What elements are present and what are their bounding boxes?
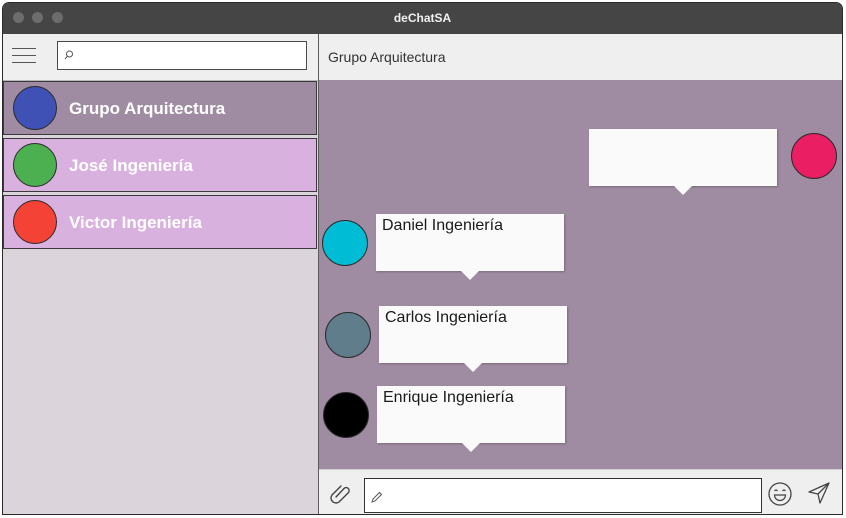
avatar	[13, 143, 57, 187]
conversation-header: Grupo Arquitectura	[319, 34, 842, 81]
message-bubble[interactable]	[589, 129, 777, 195]
app-window: deChatSA Grupo Arquitectura José Ingenie…	[2, 2, 843, 515]
sidebar: Grupo Arquitectura José Ingeniería Victo…	[3, 34, 319, 514]
window-title: deChatSA	[393, 11, 452, 25]
message-composer	[319, 469, 842, 514]
title-bar: deChatSA	[3, 3, 842, 34]
chat-item-label: Grupo Arquitectura	[69, 99, 226, 118]
paperclip-icon[interactable]	[329, 482, 353, 506]
pencil-icon	[371, 491, 383, 503]
avatar	[322, 220, 368, 266]
menu-icon[interactable]	[12, 46, 36, 64]
chat-item-grupo-arquitectura[interactable]: Grupo Arquitectura	[3, 81, 317, 135]
message-area[interactable]: Daniel Ingeniería Carlos Ingeniería Enri…	[319, 80, 842, 469]
search-icon	[64, 50, 73, 60]
message-bubble[interactable]: Carlos Ingeniería	[379, 306, 567, 372]
avatar	[13, 86, 57, 130]
avatar	[325, 312, 371, 358]
chat-item-victor-ingenieria[interactable]: Victor Ingeniería	[3, 195, 317, 249]
message-sender: Enrique Ingeniería	[383, 389, 514, 406]
message-sender: Daniel Ingeniería	[382, 217, 503, 234]
avatar	[13, 200, 57, 244]
chat-item-jose-ingenieria[interactable]: José Ingeniería	[3, 138, 317, 192]
message-sender: Carlos Ingeniería	[385, 309, 507, 326]
message-bubble[interactable]: Enrique Ingeniería	[377, 386, 565, 452]
message-bubble[interactable]: Daniel Ingeniería	[376, 214, 564, 280]
chat-item-label: José Ingeniería	[69, 156, 193, 175]
conversation-title: Grupo Arquitectura	[328, 49, 446, 65]
avatar	[323, 392, 369, 438]
search-field[interactable]	[57, 41, 307, 70]
send-icon[interactable]	[807, 481, 831, 505]
sidebar-header	[3, 34, 318, 81]
emoji-icon[interactable]	[767, 481, 793, 507]
message-input[interactable]	[387, 485, 757, 509]
message-field[interactable]	[364, 478, 762, 513]
search-input[interactable]	[78, 45, 304, 67]
chat-item-label: Victor Ingeniería	[69, 213, 202, 232]
avatar	[791, 133, 837, 179]
